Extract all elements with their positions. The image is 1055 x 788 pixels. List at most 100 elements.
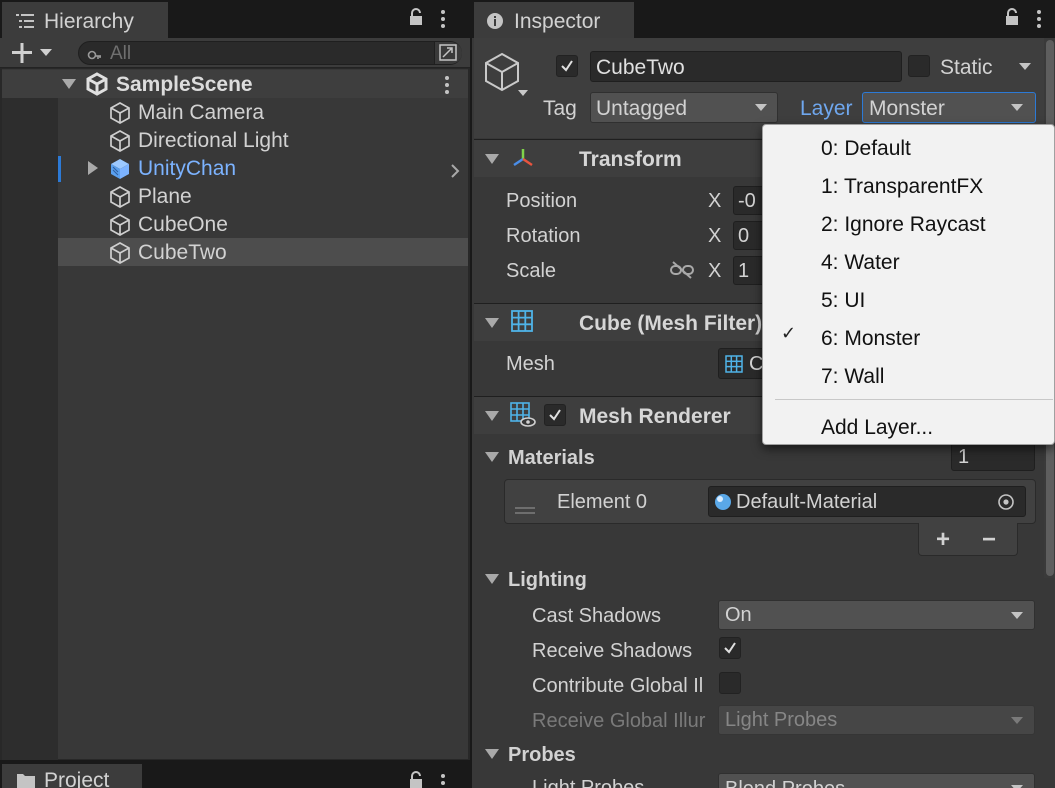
inspector-tab-label: Inspector bbox=[514, 10, 601, 33]
receive-gi-value: Light Probes bbox=[725, 709, 838, 731]
rotation-x-value: 0 bbox=[738, 225, 750, 247]
layer-label: Layer bbox=[800, 97, 853, 120]
remove-element-button[interactable]: − bbox=[982, 528, 996, 552]
more-vertical-icon[interactable] bbox=[440, 9, 446, 35]
layer-dropdown[interactable]: Monster bbox=[862, 92, 1036, 123]
cast-shadows-value: On bbox=[725, 604, 752, 626]
create-button[interactable] bbox=[12, 42, 58, 70]
gameobject-icon[interactable] bbox=[484, 52, 528, 106]
transform-title: Transform bbox=[579, 148, 682, 171]
layer-option-ignore-raycast[interactable]: 2: Ignore Raycast bbox=[821, 214, 986, 235]
project-tab[interactable]: Project bbox=[2, 764, 142, 788]
project-lock-icon[interactable] bbox=[408, 770, 424, 788]
scale-x-value: 1 bbox=[738, 260, 750, 282]
rotation-x-label: X bbox=[708, 225, 722, 247]
probes-foldout-icon[interactable] bbox=[485, 749, 499, 759]
cast-shadows-dropdown[interactable]: On bbox=[718, 600, 1035, 630]
lighting-foldout-icon[interactable] bbox=[485, 574, 499, 584]
hierarchy-item-cubeone[interactable]: CubeOne bbox=[58, 210, 468, 238]
material-value: Default-Material bbox=[736, 491, 878, 513]
hierarchy-item-plane[interactable]: Plane bbox=[58, 182, 468, 210]
hierarchy-search-placeholder: All bbox=[110, 43, 132, 64]
layer-option-transparentfx[interactable]: 1: TransparentFX bbox=[821, 176, 983, 197]
search-icon bbox=[87, 46, 103, 69]
materials-add-remove: + − bbox=[918, 523, 1018, 556]
hierarchy-search-field[interactable]: All bbox=[78, 41, 462, 65]
layer-option-ui[interactable]: 5: UI bbox=[821, 290, 865, 311]
drag-handle-icon[interactable] bbox=[515, 498, 535, 521]
project-more-icon[interactable] bbox=[440, 772, 446, 788]
materials-foldout-icon[interactable] bbox=[485, 452, 499, 462]
hierarchy-item-cubetwo[interactable]: CubeTwo bbox=[58, 238, 468, 266]
inspector-more-icon[interactable] bbox=[1036, 9, 1042, 35]
light-probes-dropdown[interactable]: Blend Probes bbox=[718, 773, 1035, 788]
position-x-value: -0 bbox=[738, 190, 756, 212]
hierarchy-item-label: Directional Light bbox=[138, 129, 289, 152]
mesh-renderer-enabled-checkbox[interactable] bbox=[544, 404, 566, 426]
contribute-gi-checkbox[interactable] bbox=[719, 672, 741, 694]
layer-option-wall[interactable]: 7: Wall bbox=[821, 366, 884, 387]
hierarchy-item-label: Main Camera bbox=[138, 101, 265, 124]
foldout-icon[interactable] bbox=[485, 154, 499, 164]
chevron-down-icon bbox=[1011, 104, 1023, 111]
rotation-label: Rotation bbox=[506, 225, 581, 247]
probes-label: Probes bbox=[508, 744, 576, 766]
materials-count-field[interactable]: 1 bbox=[951, 442, 1035, 471]
lock-icon[interactable] bbox=[408, 7, 424, 33]
hierarchy-item-directional-light[interactable]: Directional Light bbox=[58, 126, 468, 154]
material-object-field[interactable]: Default-Material bbox=[708, 486, 1026, 517]
static-dropdown-icon[interactable] bbox=[1019, 63, 1031, 70]
layer-option-default[interactable]: 0: Default bbox=[821, 138, 911, 159]
layer-option-monster[interactable]: 6: Monster bbox=[821, 328, 920, 349]
hierarchy-item-label: CubeTwo bbox=[138, 241, 227, 264]
layer-dropdown-menu: 0: Default 1: TransparentFX 2: Ignore Ra… bbox=[762, 124, 1055, 445]
layer-value: Monster bbox=[869, 97, 945, 120]
hierarchy-item-label: Plane bbox=[138, 185, 192, 208]
folder-icon bbox=[16, 771, 36, 788]
static-checkbox[interactable] bbox=[908, 55, 930, 77]
inspector-lock-icon[interactable] bbox=[1004, 7, 1020, 33]
scene-view-search-icon[interactable] bbox=[434, 42, 462, 64]
hierarchy-tab[interactable]: Hierarchy bbox=[2, 2, 168, 38]
inspector-tab[interactable]: Inspector bbox=[474, 2, 634, 38]
foldout-icon[interactable] bbox=[485, 411, 499, 421]
hierarchy-item-main-camera[interactable]: Main Camera bbox=[58, 98, 468, 126]
receive-shadows-checkbox[interactable] bbox=[719, 637, 741, 659]
scale-label: Scale bbox=[506, 260, 557, 282]
object-name-field[interactable]: CubeTwo bbox=[590, 51, 902, 82]
materials-list: Element 0 Default-Material bbox=[504, 479, 1036, 524]
materials-label: Materials bbox=[508, 447, 595, 469]
hierarchy-list-icon bbox=[16, 12, 36, 35]
hierarchy-item-unitychan[interactable]: UnityChan bbox=[58, 154, 468, 182]
receive-gi-label: Receive Global Illur bbox=[532, 710, 706, 732]
hierarchy-tab-label: Hierarchy bbox=[44, 10, 134, 33]
mesh-label: Mesh bbox=[506, 353, 555, 375]
cast-shadows-label: Cast Shadows bbox=[532, 605, 661, 627]
lighting-label: Lighting bbox=[508, 569, 587, 591]
mesh-grid-icon bbox=[725, 355, 743, 379]
scene-row[interactable]: SampleScene bbox=[2, 70, 468, 98]
layer-option-water[interactable]: 4: Water bbox=[821, 252, 900, 273]
element-0-label: Element 0 bbox=[557, 491, 648, 513]
expand-arrow-icon[interactable] bbox=[88, 161, 98, 175]
tag-value: Untagged bbox=[596, 97, 688, 120]
scene-foldout-icon[interactable] bbox=[62, 79, 76, 89]
transform-icon bbox=[511, 147, 535, 175]
hierarchy-gutter bbox=[2, 97, 58, 760]
project-tab-label: Project bbox=[44, 769, 110, 788]
light-probes-value: Blend Probes bbox=[725, 779, 845, 788]
foldout-icon[interactable] bbox=[485, 318, 499, 328]
add-element-button[interactable]: + bbox=[936, 528, 950, 552]
unlinked-icon[interactable] bbox=[670, 260, 694, 286]
mesh-renderer-icon bbox=[510, 402, 536, 434]
checkmark-icon: ✓ bbox=[781, 323, 797, 343]
receive-shadows-label: Receive Shadows bbox=[532, 640, 693, 662]
tag-dropdown[interactable]: Untagged bbox=[590, 92, 778, 123]
add-layer-option[interactable]: Add Layer... bbox=[821, 417, 933, 438]
active-checkbox[interactable] bbox=[556, 55, 578, 77]
static-label: Static bbox=[940, 56, 993, 79]
menu-separator bbox=[775, 399, 1053, 400]
scale-x-label: X bbox=[708, 260, 722, 282]
object-picker-icon[interactable] bbox=[997, 493, 1015, 517]
contribute-gi-label: Contribute Global Il bbox=[532, 675, 704, 697]
